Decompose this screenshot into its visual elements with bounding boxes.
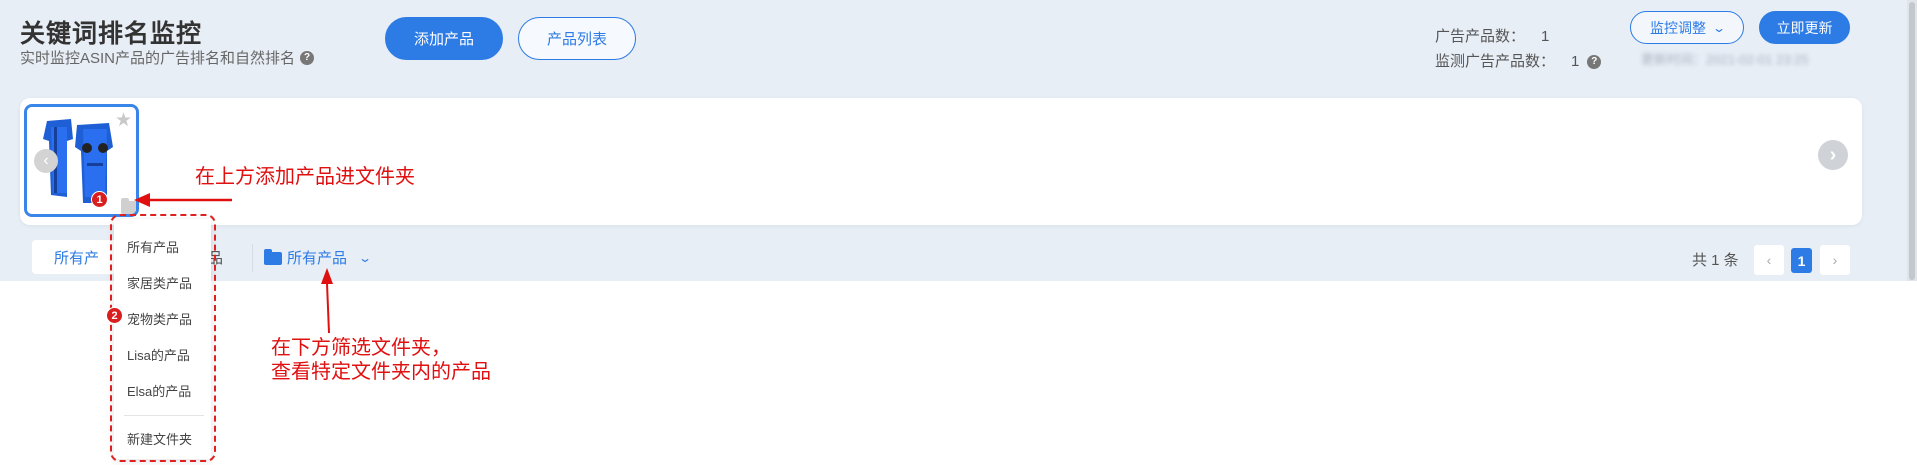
step-2-badge: 2 <box>106 307 123 324</box>
annotation-filter-hint-line1: 在下方筛选文件夹， <box>271 335 451 359</box>
step-1-badge: 1 <box>91 191 108 208</box>
annotation-add-hint: 在上方添加产品进文件夹 <box>195 164 415 188</box>
page: 关键词排名监控 实时监控ASIN产品的广告排名和自然排名 ? 添加产品 产品列表… <box>0 0 1917 465</box>
annotation-arrowhead <box>134 193 150 207</box>
annotation-arrowhead <box>321 268 333 284</box>
annotation-arrow-line <box>326 282 330 334</box>
annotation-arrows <box>134 193 333 334</box>
annotation-filter-hint-line2: 查看特定文件夹内的产品 <box>271 359 491 383</box>
